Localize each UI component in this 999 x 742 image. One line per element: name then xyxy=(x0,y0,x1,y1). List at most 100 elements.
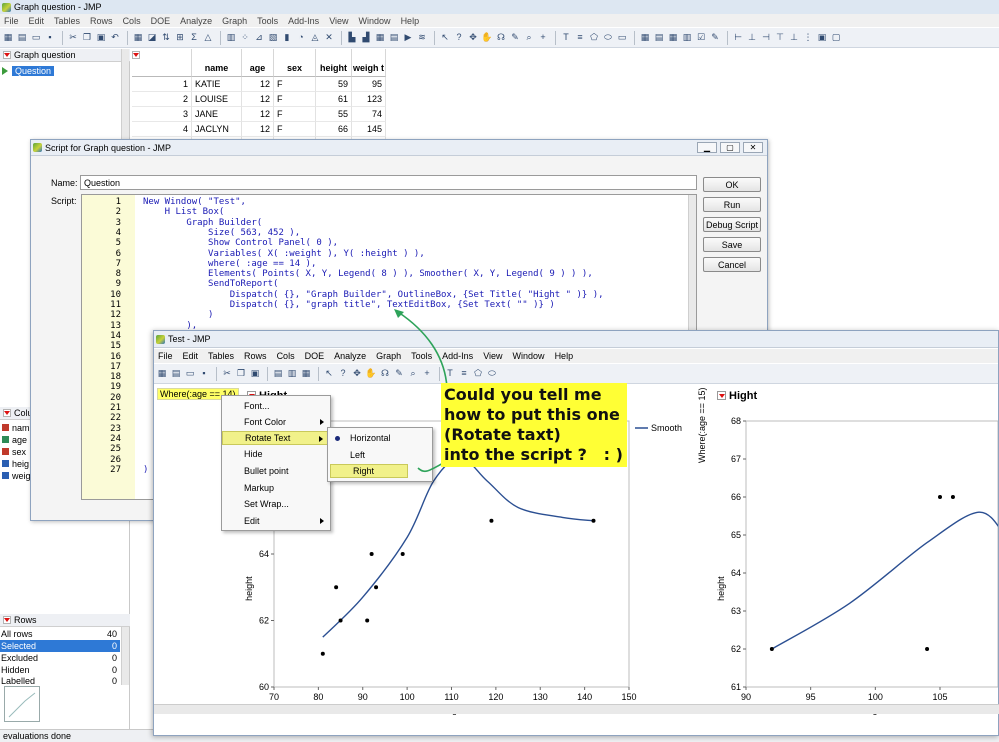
paste-icon[interactable]: ▣ xyxy=(95,32,107,44)
menu-item-edit[interactable]: Edit xyxy=(222,514,330,528)
plus-tool-icon[interactable]: + xyxy=(537,32,549,44)
code-line[interactable]: Elements( Points( X, Y, Legend( 8 ) ), S… xyxy=(143,269,593,279)
column-header-sex[interactable]: sex xyxy=(274,49,316,77)
distribute-icon[interactable]: ⋮ xyxy=(802,32,814,44)
row-number[interactable]: 1 xyxy=(132,77,192,92)
chart-a-icon[interactable]: ▙ xyxy=(346,32,358,44)
table-cell[interactable]: JACLYN xyxy=(192,122,242,137)
align-bottom-icon[interactable]: ⊥ xyxy=(788,32,800,44)
menu-add-ins[interactable]: Add-Ins xyxy=(442,351,473,361)
undo-icon[interactable]: ↶ xyxy=(109,32,121,44)
table-cell[interactable]: F xyxy=(274,122,316,137)
menu-analyze[interactable]: Analyze xyxy=(334,351,366,361)
table-cell[interactable]: F xyxy=(274,107,316,122)
chart-title-right[interactable]: Hight xyxy=(717,389,757,402)
save-icon[interactable]: ▪ xyxy=(198,368,210,380)
layout-icon[interactable]: ▥ xyxy=(681,32,693,44)
ellipse-tool-icon[interactable]: ⬭ xyxy=(602,32,614,44)
arrow-tool-icon[interactable]: ↖ xyxy=(439,32,451,44)
magnifier-tool-icon[interactable]: ⌕ xyxy=(407,368,419,380)
table-row[interactable]: 3 JANE 12 F 55 74 xyxy=(132,107,386,122)
code-line[interactable]: ) xyxy=(143,465,148,475)
column-item[interactable]: heig xyxy=(2,458,29,469)
fit-y-by-x-icon[interactable]: ⁘ xyxy=(239,32,251,44)
code-line[interactable]: SendToReport( xyxy=(143,279,278,289)
arrow-tool-icon[interactable]: ↖ xyxy=(323,368,335,380)
menu-graph[interactable]: Graph xyxy=(376,351,401,361)
align-top-icon[interactable]: ⊤ xyxy=(774,32,786,44)
save-button[interactable]: Save xyxy=(703,237,761,252)
menu-item-font-color[interactable]: Font Color xyxy=(222,415,330,429)
layout-icon[interactable]: ▦ xyxy=(300,368,312,380)
help-tool-icon[interactable]: ? xyxy=(453,32,465,44)
submenu-item-right[interactable]: Right xyxy=(330,464,408,478)
row-header-corner[interactable] xyxy=(132,49,192,77)
cross-icon[interactable]: ✕ xyxy=(323,32,335,44)
copy-icon[interactable]: ❐ xyxy=(81,32,93,44)
cut-icon[interactable]: ✂ xyxy=(221,368,233,380)
table-cell[interactable]: 55 xyxy=(316,107,352,122)
pie-icon[interactable]: ◔ xyxy=(295,32,307,44)
cancel-button[interactable]: Cancel xyxy=(703,257,761,272)
copy-icon[interactable]: ❐ xyxy=(235,368,247,380)
run-script-icon[interactable] xyxy=(2,66,8,75)
table-cell[interactable]: 66 xyxy=(316,122,352,137)
close-button[interactable]: ✕ xyxy=(743,142,763,153)
chart-b-icon[interactable]: ▟ xyxy=(360,32,372,44)
chart-c-icon[interactable]: ▦ xyxy=(374,32,386,44)
chart-e-icon[interactable]: ▶ xyxy=(402,32,414,44)
column-header-height[interactable]: height xyxy=(316,49,352,77)
table-cell[interactable]: 145 xyxy=(352,122,386,137)
minimize-button[interactable]: ▁ xyxy=(697,142,717,153)
grab-tool-icon[interactable]: ✋ xyxy=(365,368,377,380)
polygon-tool-icon[interactable]: ⬠ xyxy=(472,368,484,380)
column-item[interactable]: age xyxy=(2,434,27,445)
distribution-icon[interactable]: ▥ xyxy=(225,32,237,44)
menu-view[interactable]: View xyxy=(329,16,348,26)
red-triangle-menu-icon[interactable] xyxy=(132,51,140,59)
horizontal-scrollbar[interactable] xyxy=(154,704,999,714)
menu-item-bullet-point[interactable]: Bullet point xyxy=(222,464,330,478)
chart-d-icon[interactable]: ▤ xyxy=(388,32,400,44)
code-line[interactable]: Graph Builder( xyxy=(143,218,262,228)
menu-tables[interactable]: Tables xyxy=(54,16,80,26)
menu-file[interactable]: File xyxy=(158,351,173,361)
outline-icon[interactable]: ▤ xyxy=(653,32,665,44)
menu-doe[interactable]: DOE xyxy=(151,16,171,26)
menu-help[interactable]: Help xyxy=(555,351,574,361)
line-tool-icon[interactable]: ≡ xyxy=(574,32,586,44)
red-triangle-menu-icon[interactable] xyxy=(717,391,726,400)
menu-cols[interactable]: Cols xyxy=(277,351,295,361)
plus-tool-icon[interactable]: + xyxy=(421,368,433,380)
table-script-item[interactable]: Question xyxy=(2,65,55,76)
menu-edit[interactable]: Edit xyxy=(29,16,45,26)
row-number[interactable]: 3 xyxy=(132,107,192,122)
pencil-icon[interactable]: ✎ xyxy=(709,32,721,44)
table-view-icon[interactable]: ▦ xyxy=(667,32,679,44)
polygon-tool-icon[interactable]: ⬠ xyxy=(588,32,600,44)
lasso-tool-icon[interactable]: ☊ xyxy=(495,32,507,44)
ellipse-tool-icon[interactable]: ⬭ xyxy=(486,368,498,380)
check-icon[interactable]: ☑ xyxy=(695,32,707,44)
rows-panel-header[interactable]: Rows xyxy=(0,614,130,627)
line-tool-icon[interactable]: ≡ xyxy=(458,368,470,380)
table-icon[interactable]: ▦ xyxy=(132,32,144,44)
menu-window[interactable]: Window xyxy=(359,16,391,26)
menu-edit[interactable]: Edit xyxy=(183,351,199,361)
journal-icon[interactable]: ▥ xyxy=(286,368,298,380)
table-cell[interactable]: 12 xyxy=(242,77,274,92)
lasso-tool-icon[interactable]: ☊ xyxy=(379,368,391,380)
save-icon[interactable]: ▪ xyxy=(44,32,56,44)
new-table-icon[interactable]: ▦ xyxy=(156,368,168,380)
menu-view[interactable]: View xyxy=(483,351,502,361)
menu-item-rotate-text[interactable]: Rotate Text xyxy=(222,431,330,445)
join-icon[interactable]: ⊞ xyxy=(174,32,186,44)
row-number[interactable]: 4 xyxy=(132,122,192,137)
menu-cols[interactable]: Cols xyxy=(123,16,141,26)
align-right-icon[interactable]: ⊣ xyxy=(760,32,772,44)
menu-tools[interactable]: Tools xyxy=(411,351,432,361)
table-cell[interactable]: 12 xyxy=(242,107,274,122)
data-grid-icon[interactable]: ▦ xyxy=(639,32,651,44)
code-line[interactable]: where( :age == 14 ), xyxy=(143,259,316,269)
rows-excluded[interactable]: Excluded 0 xyxy=(0,652,120,664)
